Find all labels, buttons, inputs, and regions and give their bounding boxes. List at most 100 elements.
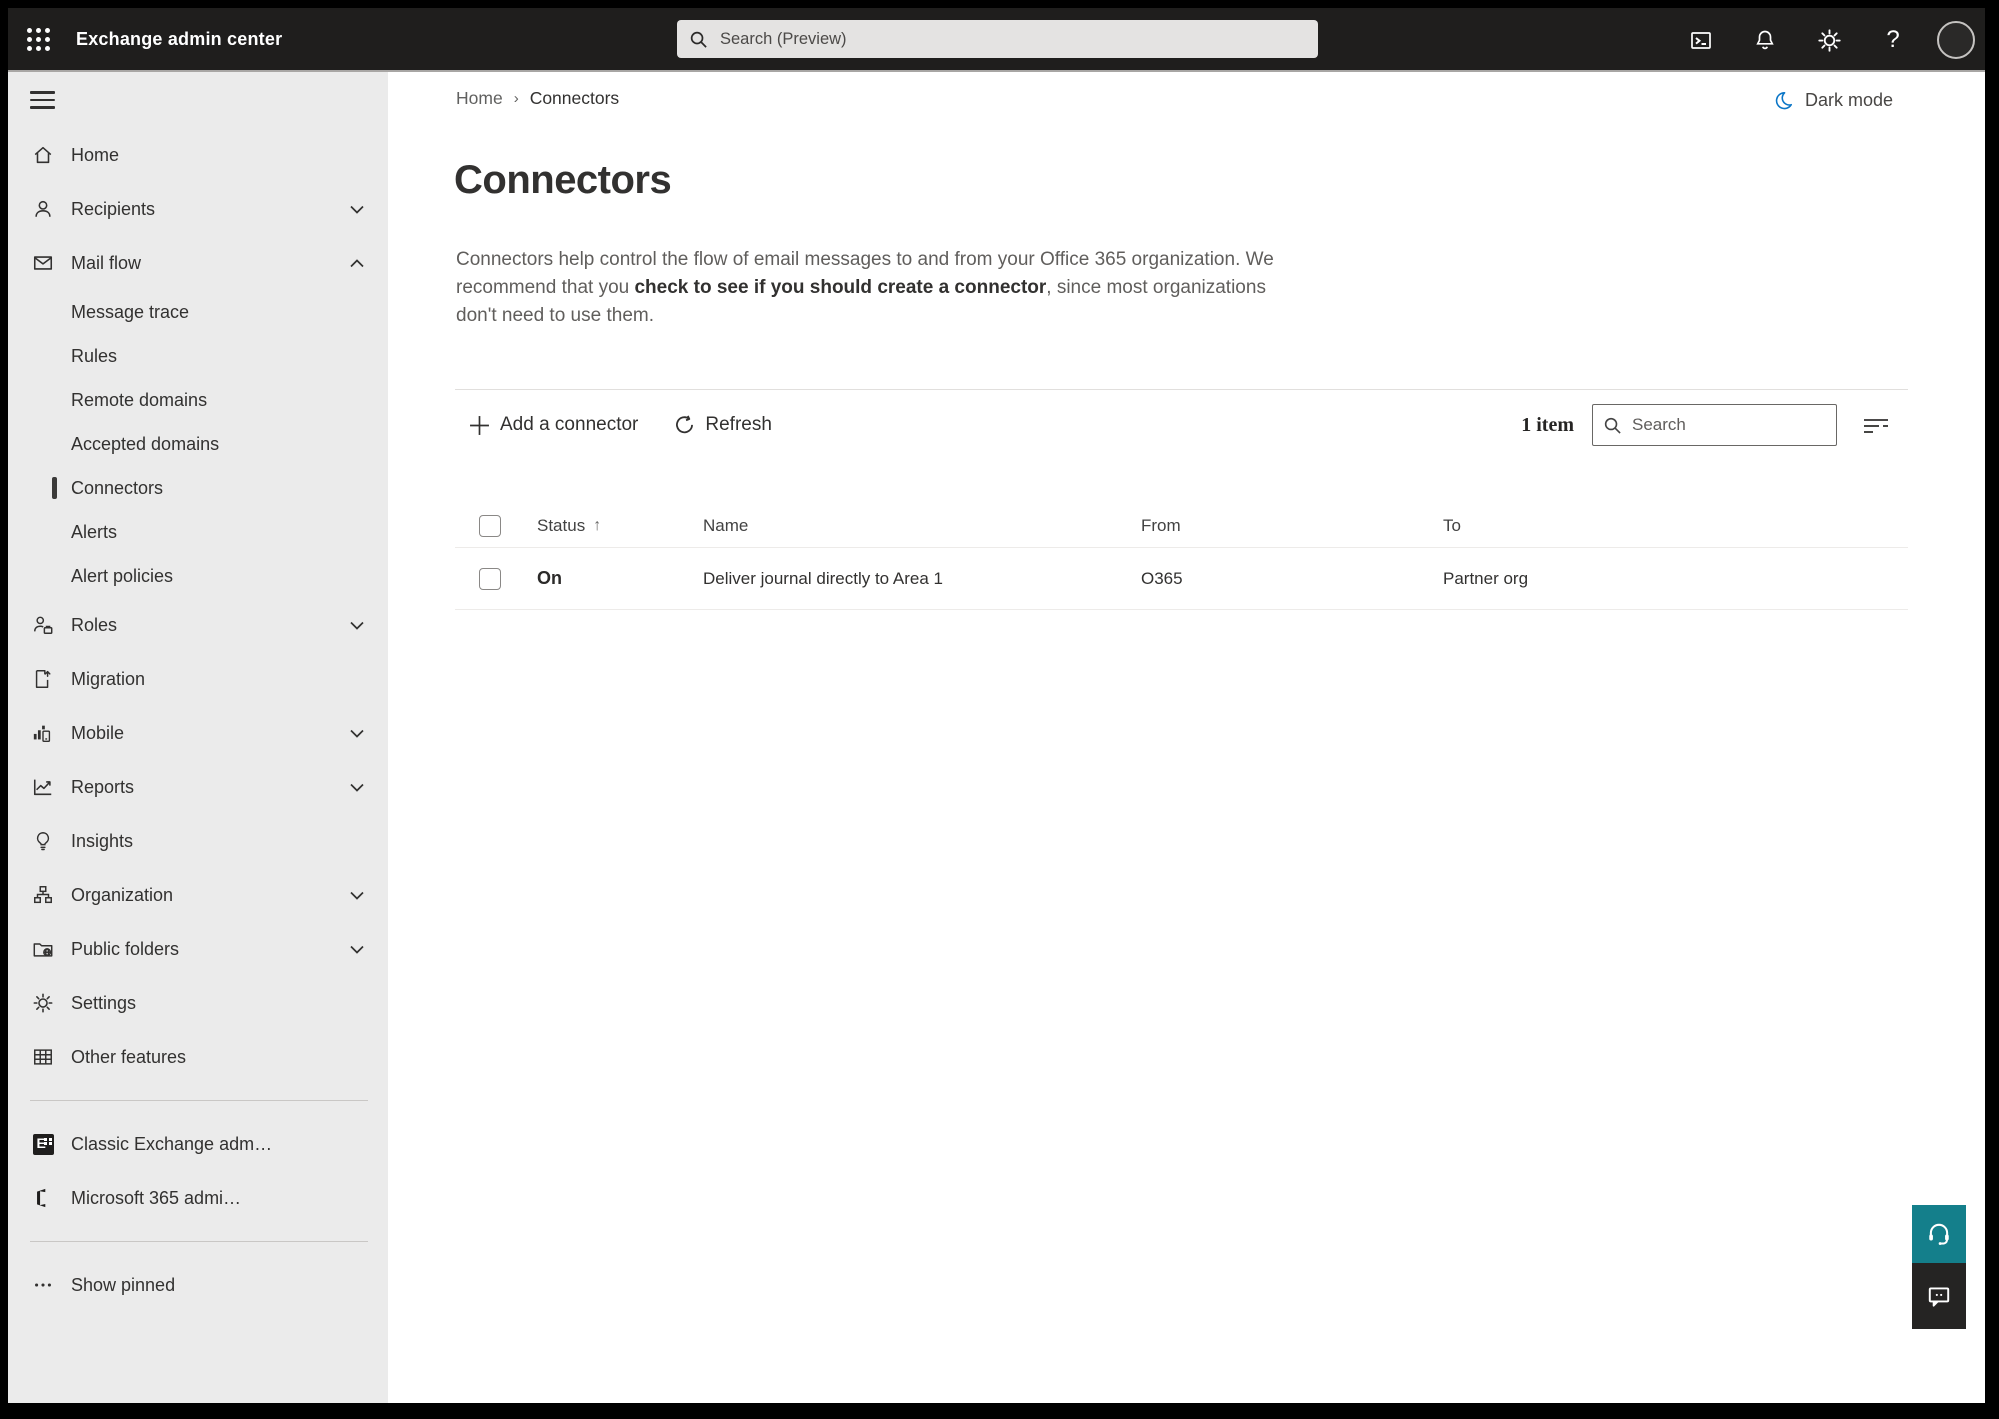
sidebar-divider (30, 1241, 368, 1242)
column-header-to[interactable]: To (1443, 516, 1461, 536)
column-header-from[interactable]: From (1141, 516, 1181, 536)
settings-button[interactable] (1809, 18, 1849, 62)
chevron-down-icon (350, 945, 364, 954)
sidebar-item-remote-domains[interactable]: Remote domains (8, 378, 388, 422)
table-header-row: Status ↑ Name From To (455, 504, 1908, 548)
speech-bubble-icon (1928, 1287, 1950, 1307)
sidebar-item-home[interactable]: Home (8, 128, 388, 182)
folder-globe-icon (32, 938, 54, 960)
chevron-down-icon (350, 783, 364, 792)
help-button[interactable]: ? (1873, 18, 1913, 62)
sidebar-item-insights[interactable]: Insights (8, 814, 388, 868)
collapse-nav-button[interactable] (8, 72, 388, 128)
moon-icon (1775, 92, 1792, 110)
sort-ascending-icon: ↑ (593, 516, 602, 534)
sidebar-item-other-features[interactable]: Other features (8, 1030, 388, 1084)
sidebar-item-mail-flow[interactable]: Mail flow (8, 236, 388, 290)
gear-icon (1817, 28, 1841, 52)
floating-action-buttons (1912, 1205, 1966, 1329)
sidebar-item-recipients[interactable]: Recipients (8, 182, 388, 236)
chevron-down-icon (350, 205, 364, 214)
add-connector-button[interactable]: Add a connector (469, 414, 638, 436)
ellipsis-icon (32, 1274, 54, 1296)
powershell-button[interactable] (1681, 18, 1721, 62)
app-title: Exchange admin center (76, 28, 283, 49)
create-connector-check-link[interactable]: check to see if you should create a conn… (634, 277, 1046, 298)
hamburger-icon (30, 86, 55, 113)
row-name: Deliver journal directly to Area 1 (703, 568, 944, 588)
breadcrumb-current: Connectors (529, 88, 620, 108)
left-navigation: Home Recipients Mail flow Message trace … (8, 72, 388, 1403)
refresh-button[interactable]: Refresh (674, 414, 772, 436)
filter-button[interactable] (1863, 415, 1889, 435)
row-to: Partner org (1443, 568, 1529, 588)
chevron-down-icon (350, 729, 364, 738)
question-mark-icon: ? (1886, 26, 1900, 53)
waffle-icon (26, 27, 50, 51)
sidebar-item-roles[interactable]: Roles (8, 598, 388, 652)
sidebar-item-show-pinned[interactable]: Show pinned (8, 1258, 388, 1312)
bars-phone-icon (32, 722, 54, 744)
account-avatar[interactable] (1937, 21, 1975, 59)
breadcrumb-separator: › (513, 90, 519, 107)
dark-mode-toggle[interactable]: Dark mode (1773, 90, 1893, 111)
home-icon (32, 144, 54, 166)
sidebar-divider (30, 1100, 368, 1101)
row-from: O365 (1141, 568, 1183, 588)
refresh-icon (676, 414, 694, 433)
global-search-input[interactable] (720, 29, 1306, 49)
sidebar-item-alert-policies[interactable]: Alert policies (8, 554, 388, 598)
sidebar-item-public-folders[interactable]: Public folders (8, 922, 388, 976)
list-search-box[interactable] (1592, 404, 1837, 446)
filter-icon (1864, 419, 1888, 433)
sidebar-item-accepted-domains[interactable]: Accepted domains (8, 422, 388, 466)
column-header-name[interactable]: Name (703, 516, 748, 536)
breadcrumb-home-link[interactable]: Home (456, 88, 503, 109)
chevron-up-icon (350, 258, 364, 268)
terminal-icon (1691, 32, 1711, 49)
person-briefcase-icon (32, 614, 54, 636)
select-all-checkbox[interactable] (479, 514, 501, 537)
person-icon (32, 198, 54, 220)
plus-icon (470, 415, 489, 435)
table-row[interactable]: On Deliver journal directly to Area 1 O3… (455, 548, 1908, 610)
row-checkbox[interactable] (479, 567, 501, 590)
page-description: Connectors help control the flow of emai… (456, 249, 1274, 326)
sidebar-item-microsoft-365-admin[interactable]: Microsoft 365 admi… (8, 1171, 388, 1225)
column-header-status[interactable]: Status ↑ (537, 516, 601, 536)
topbar-actions: ? (1681, 8, 1975, 72)
row-status: On (537, 568, 562, 588)
exchange-admin-center-window: Exchange admin center ? (8, 8, 1985, 1403)
sidebar-item-connectors[interactable]: Connectors (8, 466, 388, 510)
org-chart-icon (32, 884, 54, 906)
list-toolbar: Add a connector Refresh 1 item (455, 402, 1889, 448)
table-grid-icon (32, 1046, 54, 1068)
office-logo-icon (32, 1187, 54, 1209)
sidebar-item-settings[interactable]: Settings (8, 976, 388, 1030)
sidebar-item-reports[interactable]: Reports (8, 760, 388, 814)
lightbulb-icon (32, 830, 54, 852)
sidebar-item-organization[interactable]: Organization (8, 868, 388, 922)
sidebar-item-rules[interactable]: Rules (8, 334, 388, 378)
support-button[interactable] (1912, 1205, 1966, 1263)
sidebar-item-classic-exchange-admin[interactable]: E Classic Exchange adm… (8, 1117, 388, 1171)
sidebar-item-migration[interactable]: Migration (8, 652, 388, 706)
gear-icon (32, 992, 54, 1014)
document-arrow-icon (32, 668, 54, 690)
item-count: 1 item (1521, 413, 1574, 436)
list-search-input[interactable] (1632, 415, 1826, 435)
global-search-box[interactable] (677, 20, 1318, 58)
app-launcher-button[interactable] (14, 8, 62, 71)
exchange-logo-icon: E (32, 1133, 54, 1155)
sidebar-item-message-trace[interactable]: Message trace (8, 290, 388, 334)
sidebar-item-mobile[interactable]: Mobile (8, 706, 388, 760)
page-title: Connectors (454, 158, 672, 202)
feedback-button[interactable] (1912, 1263, 1966, 1329)
chevron-down-icon (350, 621, 364, 630)
notifications-button[interactable] (1745, 18, 1785, 62)
search-icon (690, 31, 707, 48)
dark-mode-label: Dark mode (1804, 90, 1893, 110)
sidebar-item-alerts[interactable]: Alerts (8, 510, 388, 554)
toolbar-divider (455, 389, 1908, 390)
line-chart-icon (32, 776, 54, 798)
